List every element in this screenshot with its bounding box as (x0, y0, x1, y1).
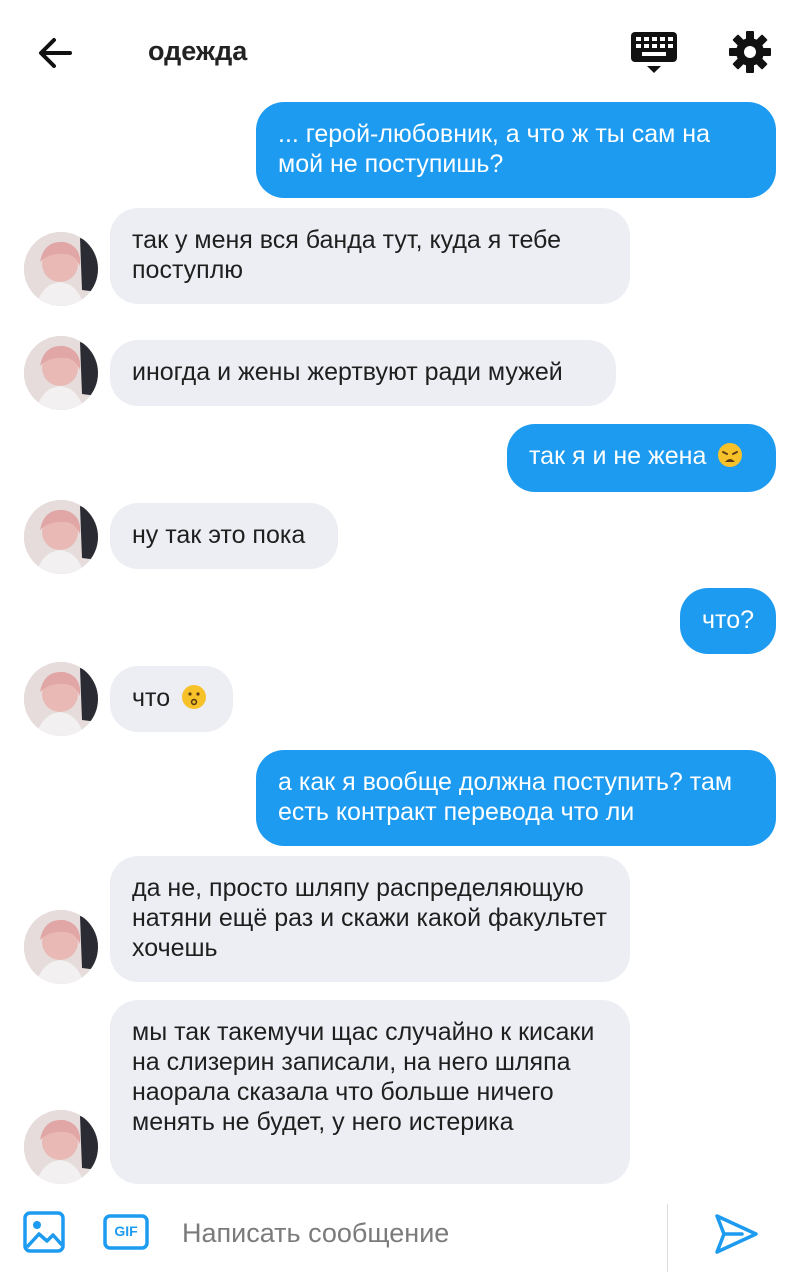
avatar-image (24, 500, 98, 574)
chat-title: одежда (148, 36, 248, 66)
back-button[interactable] (30, 28, 80, 78)
message-bubble-incoming[interactable]: да не, просто шляпу распределяющую натян… (110, 856, 630, 982)
message-bubble-outgoing[interactable]: а как я вообще должна поступить? там ест… (256, 750, 776, 846)
message-bubble-incoming[interactable]: так у меня вся банда тут, куда я тебе по… (110, 208, 630, 304)
chat-header: одежда (0, 0, 800, 100)
avatar[interactable] (24, 910, 98, 984)
message-bubble-outgoing[interactable]: так я и не жена (507, 424, 776, 492)
image-icon (23, 1211, 65, 1253)
gear-icon (729, 31, 771, 73)
message-bubble-incoming[interactable]: иногда и жены жертвуют ради мужей (110, 340, 616, 406)
settings-button[interactable] (726, 28, 774, 76)
keyboard-icon (631, 32, 677, 73)
message-bubble-outgoing[interactable]: ... герой-любовник, а что ж ты сам на мо… (256, 102, 776, 198)
message-bubble-incoming[interactable]: что (110, 666, 233, 732)
avatar-image (24, 910, 98, 984)
avatar[interactable] (24, 500, 98, 574)
send-button[interactable] (712, 1212, 760, 1256)
message-bubble-incoming[interactable]: мы так такемучи щас случайно к кисаки на… (110, 1000, 630, 1184)
composer-divider (667, 1204, 668, 1272)
keyboard-button[interactable] (628, 30, 680, 76)
avatar[interactable] (24, 1110, 98, 1184)
message-input[interactable] (180, 1210, 654, 1256)
attach-image-button[interactable] (22, 1210, 66, 1254)
gif-button[interactable]: GIF (103, 1214, 149, 1250)
kissing-face-emoji (182, 685, 207, 709)
message-bubble-incoming[interactable]: ну так это пока (110, 503, 338, 569)
avatar[interactable] (24, 232, 98, 306)
avatar-image (24, 232, 98, 306)
message-composer: GIF (0, 1196, 800, 1280)
avatar[interactable] (24, 662, 98, 736)
avatar-image (24, 336, 98, 410)
avatar[interactable] (24, 336, 98, 410)
avatar-image (24, 1110, 98, 1184)
gif-label: GIF (114, 1223, 138, 1239)
message-bubble-outgoing[interactable]: что? (680, 588, 776, 654)
weary-face-emoji (718, 443, 743, 467)
send-icon (715, 1214, 758, 1254)
arrow-left-icon (39, 38, 72, 68)
avatar-image (24, 662, 98, 736)
